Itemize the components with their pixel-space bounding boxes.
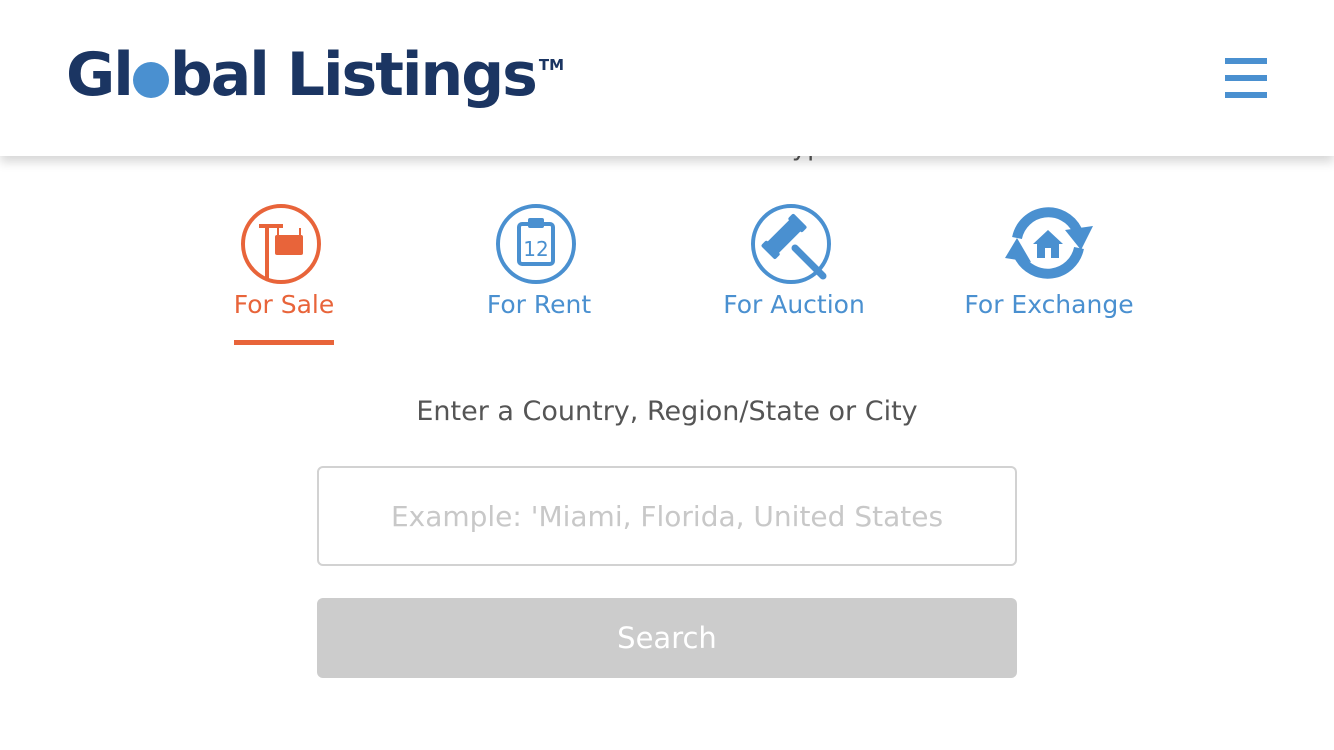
tab-for-sale-label: For Sale [233,290,335,319]
tab-for-exchange-label: For Exchange [964,290,1134,319]
location-prompt: Enter a Country, Region/State or City [416,396,918,427]
tab-for-sale[interactable]: For Sale [174,200,394,345]
tab-for-auction-label: For Auction [723,290,865,319]
tab-for-auction[interactable]: For Auction [684,200,904,322]
svg-text:12: 12 [523,237,548,261]
house-exchange-icon [1005,200,1093,286]
for-sale-sign-icon [241,200,327,286]
top-header: Gl bal Listings TM [0,0,1334,156]
search-button[interactable]: Search [317,598,1017,678]
tab-for-rent-label: For Rent [486,290,592,319]
logo-text-end: bal Listings [169,40,538,110]
global-listings-logo[interactable]: Gl bal Listings TM [66,40,564,110]
logo-text-start: Gl [66,40,134,110]
page: Gl bal Listings TM Choose a Transaction … [0,0,1334,750]
trademark-mark: TM [538,56,565,74]
tab-for-exchange[interactable]: For Exchange [939,200,1159,322]
calendar-12-icon: 12 [496,200,582,286]
tab-for-rent[interactable]: 12 For Rent [429,200,649,322]
gavel-icon [751,200,837,286]
location-search-input[interactable] [317,466,1017,566]
active-tab-underline [234,340,334,345]
logo-globe-dot [132,62,169,98]
hamburger-menu-icon[interactable] [1225,58,1267,98]
